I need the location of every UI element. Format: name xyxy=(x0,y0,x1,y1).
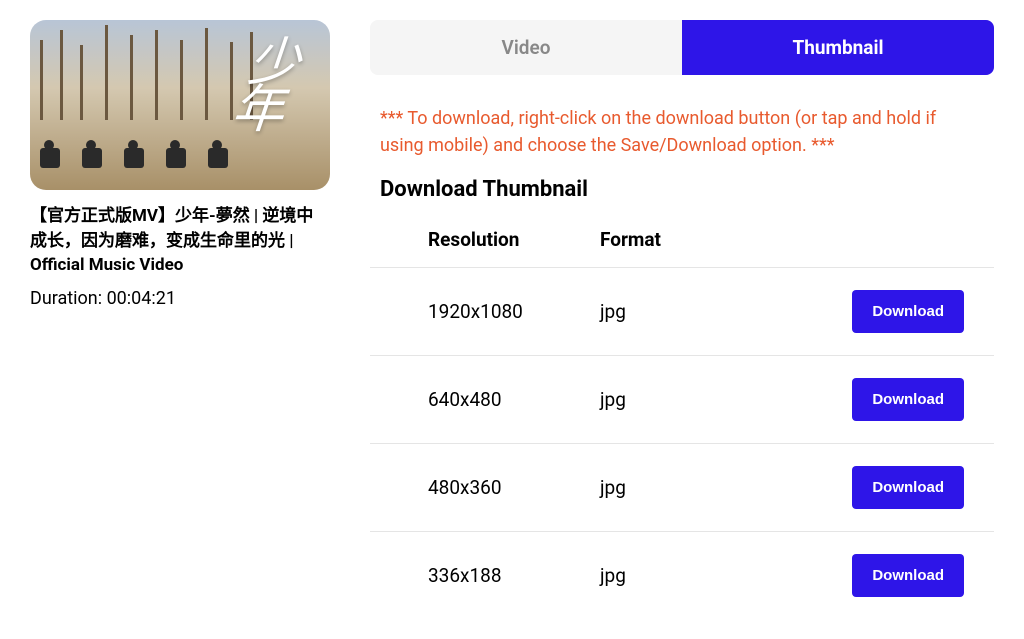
download-button[interactable]: Download xyxy=(852,290,964,333)
resolution-value: 1920x1080 xyxy=(380,300,600,323)
video-thumbnail: 少 年 xyxy=(30,20,330,190)
format-value: jpg xyxy=(600,564,760,587)
header-resolution: Resolution xyxy=(380,228,600,251)
format-value: jpg xyxy=(600,388,760,411)
resolution-value: 336x188 xyxy=(380,564,600,587)
header-action xyxy=(760,228,984,251)
table-row: 336x188 jpg Download xyxy=(370,531,994,619)
table-row: 640x480 jpg Download xyxy=(370,355,994,443)
download-instruction: *** To download, right-click on the down… xyxy=(370,105,994,159)
download-table: Resolution Format 1920x1080 jpg Download… xyxy=(370,228,994,619)
resolution-value: 480x360 xyxy=(380,476,600,499)
table-header: Resolution Format xyxy=(370,228,994,267)
tab-video[interactable]: Video xyxy=(370,20,682,75)
main-container: 少 年 【官方正式版MV】少年-夢然 | 逆境中成长，因为磨难，变成生命里的光 … xyxy=(30,20,994,619)
download-button[interactable]: Download xyxy=(852,466,964,509)
download-button[interactable]: Download xyxy=(852,554,964,597)
thumbnail-riders xyxy=(40,128,240,168)
table-row: 1920x1080 jpg Download xyxy=(370,267,994,355)
format-value: jpg xyxy=(600,476,760,499)
video-duration: Duration: 00:04:21 xyxy=(30,288,330,309)
section-title: Download Thumbnail xyxy=(370,177,994,202)
download-button[interactable]: Download xyxy=(852,378,964,421)
resolution-value: 640x480 xyxy=(380,388,600,411)
header-format: Format xyxy=(600,228,760,251)
thumbnail-overlay-title: 少 年 xyxy=(240,40,300,134)
table-row: 480x360 jpg Download xyxy=(370,443,994,531)
tabs: Video Thumbnail xyxy=(370,20,994,75)
video-title: 【官方正式版MV】少年-夢然 | 逆境中成长，因为磨难，变成生命里的光 | Of… xyxy=(30,204,330,278)
download-panel: Video Thumbnail *** To download, right-c… xyxy=(370,20,994,619)
format-value: jpg xyxy=(600,300,760,323)
video-info-panel: 少 年 【官方正式版MV】少年-夢然 | 逆境中成长，因为磨难，变成生命里的光 … xyxy=(30,20,330,619)
tab-thumbnail[interactable]: Thumbnail xyxy=(682,20,994,75)
